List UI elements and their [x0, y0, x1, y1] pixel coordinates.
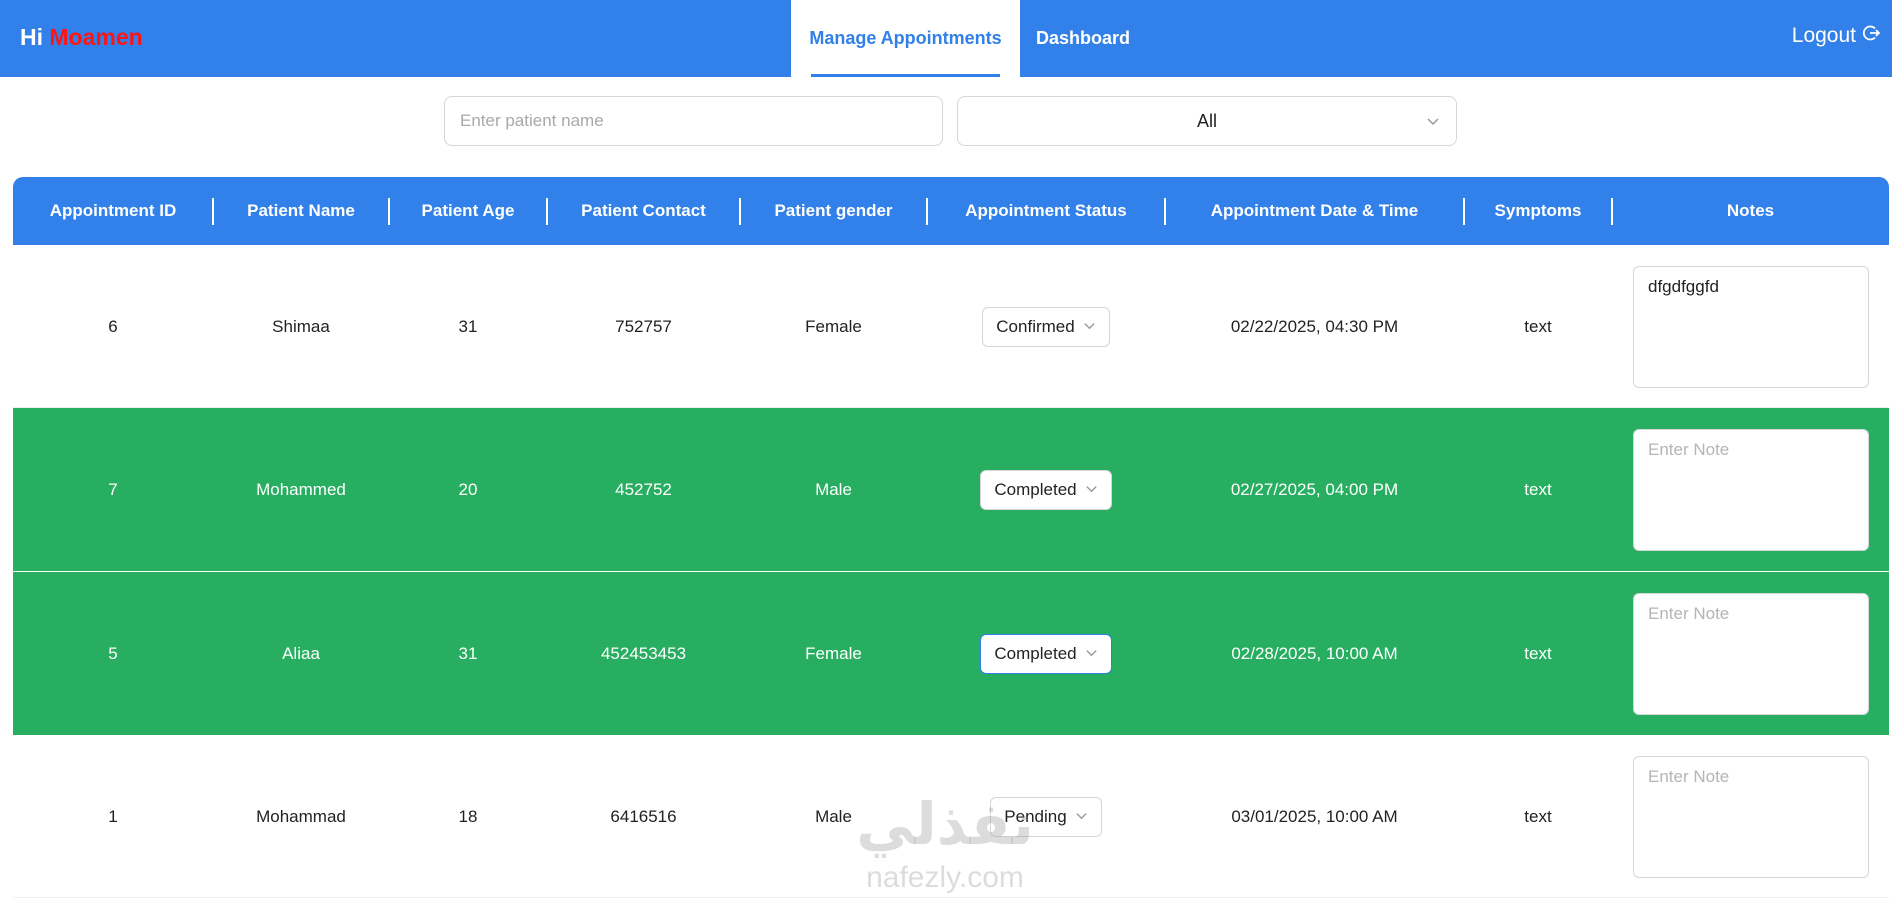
table-row: 6 Shimaa 31 752757 Female Confirmed 02/2…	[13, 245, 1889, 408]
column-header-patient-name: Patient Name	[247, 201, 355, 220]
cell-appointment-id: 5	[108, 643, 118, 663]
cell-appointment-status: Confirmed	[927, 245, 1165, 408]
status-dropdown-value: Completed	[994, 479, 1077, 499]
column-header-patient-age: Patient Age	[421, 201, 515, 220]
table-row: 7 Mohammed 20 452752 Male Completed 02/2…	[13, 408, 1889, 571]
cell-patient-gender: Female	[805, 643, 862, 663]
chevron-down-icon	[1085, 480, 1098, 500]
cell-appointment-status: Completed	[927, 408, 1165, 571]
note-textarea[interactable]	[1633, 429, 1869, 551]
cell-patient-gender: Male	[815, 806, 852, 826]
greeting-text: Hi	[20, 24, 43, 50]
cell-patient-age: 20	[458, 479, 478, 499]
column-header-notes: Notes	[1726, 201, 1775, 220]
status-dropdown[interactable]: Pending	[990, 796, 1102, 837]
patient-search-input[interactable]	[444, 96, 943, 146]
top-navbar: Hi Moamen Manage Appointments Dashboard …	[0, 0, 1892, 77]
status-dropdown[interactable]: Confirmed	[982, 306, 1110, 347]
active-tab-underline	[811, 74, 1000, 77]
status-filter-value: All	[1196, 110, 1217, 131]
cell-patient-age: 31	[458, 643, 478, 663]
greeting: Hi Moamen	[20, 24, 143, 51]
status-dropdown-value: Completed	[994, 643, 1077, 663]
cell-patient-age: 18	[458, 806, 478, 826]
column-header-patient-gender: Patient gender	[774, 201, 893, 220]
cell-patient-gender: Female	[805, 316, 862, 336]
cell-patient-name: Aliaa	[282, 643, 320, 663]
column-header-appointment-id: Appointment ID	[49, 201, 177, 220]
cell-patient-name: Mohammed	[256, 479, 346, 499]
cell-symptoms: text	[1524, 806, 1552, 826]
logout-button[interactable]: Logout	[1791, 24, 1881, 48]
cell-symptoms: text	[1524, 643, 1552, 663]
table-row: 5 Aliaa 31 452453453 Female Completed 02…	[13, 572, 1889, 735]
chevron-down-icon	[1426, 112, 1440, 133]
status-dropdown-value: Confirmed	[996, 316, 1075, 336]
cell-patient-gender: Male	[815, 479, 852, 499]
cell-patient-contact: 6416516	[610, 806, 677, 826]
chevron-down-icon	[1083, 317, 1096, 337]
cell-appointment-id: 1	[108, 806, 118, 826]
status-dropdown[interactable]: Completed	[980, 469, 1112, 510]
cell-appointment-status: Completed	[927, 572, 1165, 735]
logout-icon	[1862, 24, 1881, 48]
column-header-appointment-status: Appointment Status	[965, 201, 1127, 220]
cell-appointment-datetime: 02/28/2025, 10:00 AM	[1231, 643, 1398, 663]
cell-patient-age: 31	[458, 316, 478, 336]
tab-dashboard-label: Dashboard	[1035, 28, 1131, 48]
cell-patient-name: Shimaa	[272, 316, 330, 336]
cell-patient-contact: 752757	[615, 316, 672, 336]
table-header: Appointment ID Patient Name Patient Age …	[13, 177, 1889, 245]
status-dropdown[interactable]: Completed	[980, 633, 1112, 674]
cell-patient-name: Mohammad	[256, 806, 346, 826]
cell-appointment-id: 7	[108, 479, 118, 499]
logout-label: Logout	[1791, 24, 1856, 47]
column-header-symptoms: Symptoms	[1494, 201, 1582, 220]
column-header-appointment-datetime: Appointment Date & Time	[1210, 201, 1419, 220]
cell-appointment-id: 6	[108, 316, 118, 336]
cell-patient-contact: 452453453	[600, 643, 687, 663]
status-filter-select[interactable]: All	[957, 96, 1457, 146]
cell-appointment-status: Pending	[927, 735, 1165, 898]
tab-manage-appointments[interactable]: Manage Appointments	[791, 0, 1020, 77]
note-textarea[interactable]: dfgdfggfd	[1633, 266, 1869, 388]
cell-appointment-datetime: 02/27/2025, 04:00 PM	[1230, 479, 1399, 499]
column-header-patient-contact: Patient Contact	[581, 201, 706, 220]
cell-appointment-datetime: 02/22/2025, 04:30 PM	[1230, 316, 1399, 336]
cell-appointment-datetime: 03/01/2025, 10:00 AM	[1231, 806, 1398, 826]
table-row: 1 Mohammad 18 6416516 Male Pending 03/01…	[13, 735, 1889, 898]
chevron-down-icon	[1075, 807, 1088, 827]
user-name: Moamen	[49, 24, 143, 50]
note-textarea[interactable]	[1633, 756, 1869, 878]
tab-dashboard[interactable]: Dashboard	[1020, 0, 1146, 77]
note-textarea[interactable]	[1633, 593, 1869, 715]
cell-symptoms: text	[1524, 316, 1552, 336]
status-dropdown-value: Pending	[1004, 806, 1067, 826]
chevron-down-icon	[1085, 644, 1098, 664]
cell-patient-contact: 452752	[615, 479, 672, 499]
cell-symptoms: text	[1524, 479, 1552, 499]
tab-manage-appointments-label: Manage Appointments	[809, 28, 1002, 48]
